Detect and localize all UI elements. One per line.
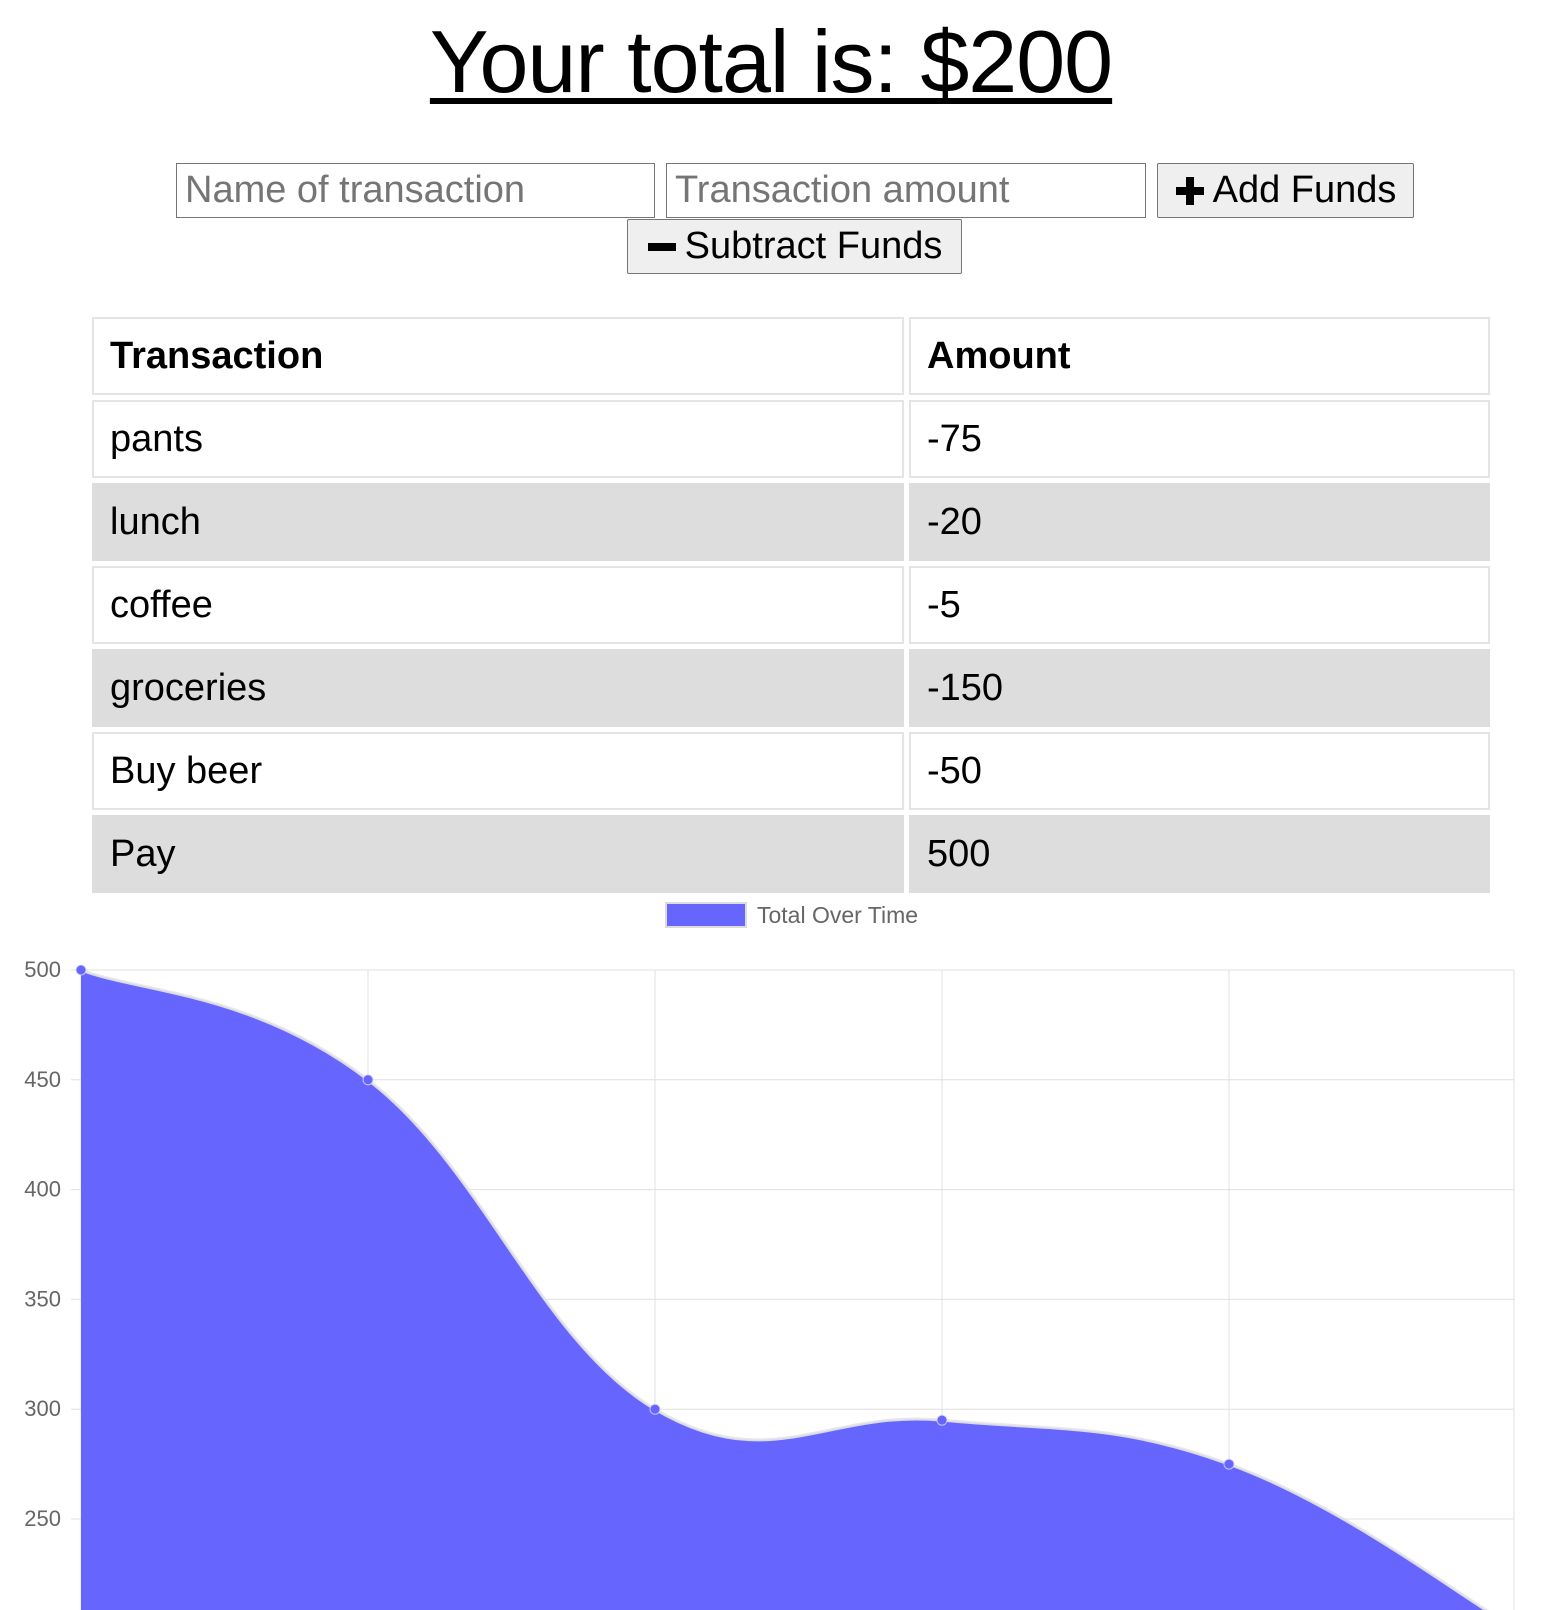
plus-icon bbox=[1175, 176, 1204, 205]
add-funds-button[interactable]: Add Funds bbox=[1157, 163, 1414, 218]
chart-data-point bbox=[362, 1074, 374, 1086]
transaction-amount-cell: -20 bbox=[909, 483, 1490, 561]
transaction-name-cell: Pay bbox=[92, 815, 904, 893]
table-row: lunch -20 bbox=[92, 483, 1490, 561]
total-over-time-chart: 500 450 400 350 300 250 Total Over Time bbox=[24, 902, 1515, 1610]
chart-data-point bbox=[649, 1403, 661, 1415]
transaction-name-cell: Buy beer bbox=[92, 732, 904, 810]
transaction-name-input[interactable] bbox=[176, 163, 655, 218]
y-tick-label: 500 bbox=[24, 957, 61, 982]
add-funds-label: Add Funds bbox=[1212, 169, 1397, 211]
subtract-funds-label: Subtract Funds bbox=[684, 225, 943, 267]
transaction-amount-cell: 500 bbox=[909, 815, 1490, 893]
minus-icon bbox=[647, 242, 676, 251]
table-row: coffee -5 bbox=[92, 566, 1490, 644]
transaction-amount-cell: -50 bbox=[909, 732, 1490, 810]
table-row: Buy beer -50 bbox=[92, 732, 1490, 810]
transactions-table: Transaction Amount pants -75 lunch -20 c… bbox=[87, 312, 1495, 898]
transaction-name-cell: coffee bbox=[92, 566, 904, 644]
column-header-amount: Amount bbox=[909, 317, 1490, 395]
page-title: Your total is: $200 bbox=[429, 12, 1113, 111]
transaction-name-cell: lunch bbox=[92, 483, 904, 561]
table-row: groceries -150 bbox=[92, 649, 1490, 727]
transaction-amount-input[interactable] bbox=[666, 163, 1146, 218]
legend-swatch bbox=[665, 902, 747, 928]
legend-label: Total Over Time bbox=[757, 902, 918, 928]
chart-series-area bbox=[81, 970, 1486, 1610]
transaction-amount-cell: -150 bbox=[909, 649, 1490, 727]
transaction-name-cell: pants bbox=[92, 400, 904, 478]
chart-data-point bbox=[1223, 1458, 1235, 1470]
transaction-amount-cell: -5 bbox=[909, 566, 1490, 644]
chart-data-point bbox=[75, 964, 87, 976]
table-row: Pay 500 bbox=[92, 815, 1490, 893]
subtract-funds-button[interactable]: Subtract Funds bbox=[627, 219, 962, 274]
chart-data-point bbox=[936, 1414, 948, 1426]
y-tick-label: 250 bbox=[24, 1506, 61, 1531]
table-header-row: Transaction Amount bbox=[92, 317, 1490, 395]
transaction-name-cell: groceries bbox=[92, 649, 904, 727]
y-tick-label: 350 bbox=[24, 1286, 61, 1311]
table-row: pants -75 bbox=[92, 400, 1490, 478]
column-header-transaction: Transaction bbox=[92, 317, 904, 395]
y-tick-label: 300 bbox=[24, 1396, 61, 1421]
transaction-amount-cell: -75 bbox=[909, 400, 1490, 478]
y-tick-label: 450 bbox=[24, 1067, 61, 1092]
y-tick-label: 400 bbox=[24, 1177, 61, 1202]
